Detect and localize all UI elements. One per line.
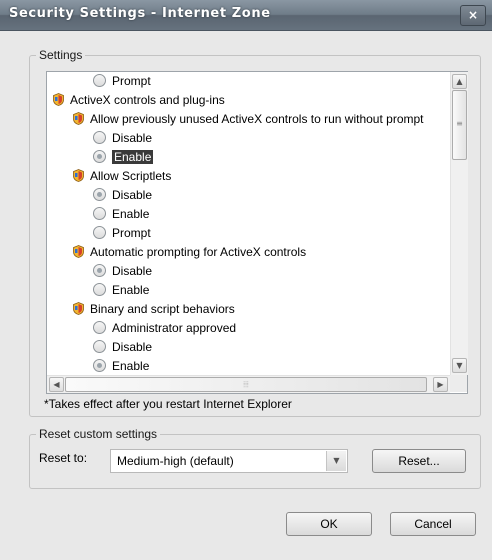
settings-item: Automatic prompting for ActiveX controls [73,243,306,262]
radio-button[interactable] [93,131,106,145]
radio-option[interactable]: Disable [93,186,152,205]
close-button[interactable]: × [460,5,486,26]
reset-to-label: Reset to: [39,451,87,465]
radio-option[interactable]: Disable [93,262,152,281]
restart-note: *Takes effect after you restart Internet… [44,397,292,411]
horizontal-scroll-thumb[interactable]: ⦙⦙⦙ [65,377,427,392]
item-label: Enable [112,150,154,164]
horizontal-scrollbar[interactable]: ◀ ⦙⦙⦙ ▶ [47,375,450,393]
radio-option[interactable]: Administrator approved [93,319,236,338]
settings-category: ActiveX controls and plug-ins [53,91,225,110]
radio-button[interactable] [93,226,106,240]
settings-list[interactable]: Prompt ActiveX controls and plug-ins Allow… [46,71,468,394]
radio-option[interactable]: Enable [93,205,149,224]
item-label: Automatic prompting for ActiveX controls [90,245,307,259]
cancel-button[interactable]: Cancel [390,512,476,536]
item-label: Prompt [112,226,151,240]
title-bar[interactable]: Security Settings - Internet Zone × [0,0,492,31]
settings-group-legend: Settings [36,48,86,62]
radio-button[interactable] [93,74,106,88]
radio-option[interactable]: Enable [93,357,149,375]
security-setting-icon [73,302,84,316]
settings-item: Binary and script behaviors [73,300,235,319]
dialog-title: Security Settings - Internet Zone [9,6,271,21]
scroll-down-button[interactable]: ▼ [452,358,467,373]
radio-option[interactable]: Disable [93,338,152,357]
radio-button[interactable] [93,359,106,373]
security-setting-icon [53,93,64,107]
item-label: Disable [112,340,153,354]
radio-option[interactable]: Prompt [93,72,151,91]
item-label: Disable [112,131,153,145]
vertical-scroll-thumb[interactable]: ≡ [452,90,467,160]
scroll-left-button[interactable]: ◀ [49,377,64,392]
reset-level-value: Medium-high (default) [117,454,234,468]
ok-button[interactable]: OK [286,512,372,536]
reset-group-legend: Reset custom settings [36,427,161,441]
security-setting-icon [73,112,84,126]
radio-button[interactable] [93,188,106,202]
scroll-right-button[interactable]: ▶ [433,377,448,392]
radio-option[interactable]: Disable [93,129,152,148]
settings-item: Allow Scriptlets [73,167,171,186]
item-label: ActiveX controls and plug-ins [70,93,225,107]
scroll-up-button[interactable]: ▲ [452,74,467,89]
item-label: Enable [112,283,150,297]
radio-button[interactable] [93,264,106,278]
security-settings-dialog: Security Settings - Internet Zone × Sett… [0,0,492,560]
reset-to-text: Reset to: [39,451,88,465]
radio-button[interactable] [93,340,106,354]
item-label: Allow previously unused ActiveX controls… [90,112,424,126]
chevron-down-icon[interactable]: ▼ [326,451,346,471]
radio-button[interactable] [93,150,106,164]
radio-option[interactable]: Prompt [93,224,151,243]
item-label: Allow Scriptlets [90,169,172,183]
item-label: Enable [112,359,150,373]
item-label: Prompt [112,74,151,88]
security-setting-icon [73,169,84,183]
security-setting-icon [73,245,84,259]
radio-button[interactable] [93,283,106,297]
reset-level-dropdown[interactable]: Medium-high (default) ▼ [110,449,348,473]
radio-button[interactable] [93,321,106,335]
item-label: Enable [112,207,150,221]
settings-list-content: Prompt ActiveX controls and plug-ins Allow… [47,72,450,375]
reset-button[interactable]: Reset... [372,449,466,473]
radio-option[interactable]: Enable [93,148,154,167]
radio-option[interactable]: Enable [93,281,149,300]
item-label: Disable [112,188,153,202]
item-label: Binary and script behaviors [90,302,235,316]
settings-item: Allow previously unused ActiveX controls… [73,110,424,129]
scrollbar-corner [450,375,467,392]
vertical-scrollbar[interactable]: ▲ ≡ ▼ [450,72,468,375]
radio-button[interactable] [93,207,106,221]
item-label: Disable [112,264,153,278]
item-label: Administrator approved [112,321,237,335]
